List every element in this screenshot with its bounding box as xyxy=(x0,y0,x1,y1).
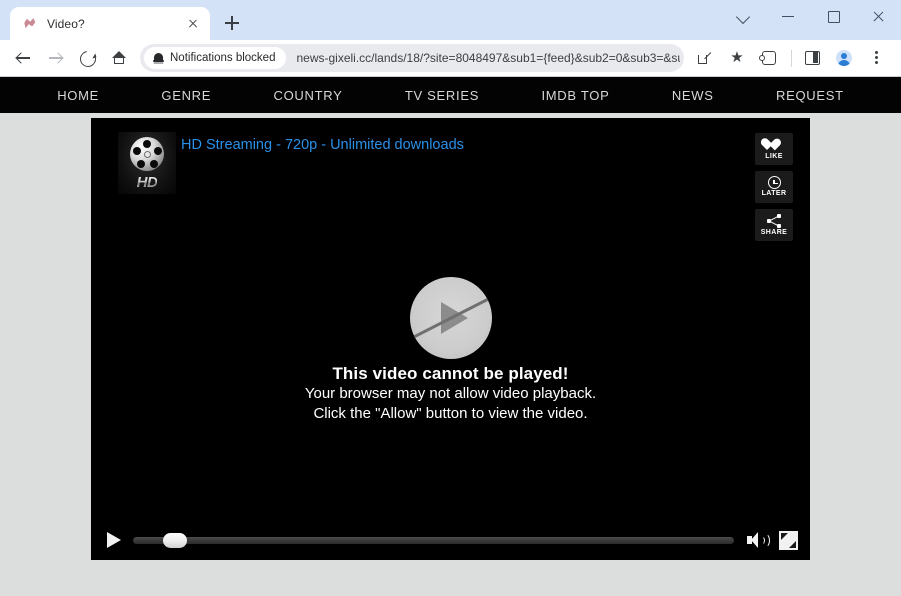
nav-item-request[interactable]: REQUEST xyxy=(776,88,844,103)
window-controls xyxy=(721,0,901,32)
back-button[interactable] xyxy=(8,43,38,73)
close-window-button[interactable] xyxy=(856,0,901,32)
heart-icon xyxy=(767,138,782,152)
error-line-2: Your browser may not allow video playbac… xyxy=(304,385,597,402)
side-panel-icon[interactable] xyxy=(797,43,827,73)
share-icon[interactable] xyxy=(690,43,720,73)
url-text: news-gixeli.cc/lands/18/?site=8048497&su… xyxy=(296,51,680,65)
nav-item-genre[interactable]: GENRE xyxy=(161,88,211,103)
play-icon[interactable] xyxy=(103,528,125,552)
nav-item-country[interactable]: COUNTRY xyxy=(274,88,343,103)
site-favicon xyxy=(22,16,38,32)
share-nodes-icon xyxy=(766,213,782,228)
progress-knob[interactable] xyxy=(163,533,188,548)
player-control-bar xyxy=(91,520,810,560)
progress-slider[interactable] xyxy=(133,530,734,550)
player-header: HD HD Streaming - 720p - Unlimited downl… xyxy=(91,118,810,238)
play-disabled-icon[interactable] xyxy=(409,277,492,359)
new-tab-button[interactable] xyxy=(218,9,246,37)
toolbar-right-actions: ★ xyxy=(690,43,893,73)
playback-error-message: This video cannot be played! Your browse… xyxy=(91,363,810,424)
tab-title: Video? xyxy=(47,16,85,31)
maximize-button[interactable] xyxy=(811,0,856,32)
reload-button[interactable] xyxy=(72,43,102,73)
nav-item-imdb-top[interactable]: IMDB TOP xyxy=(541,88,609,103)
volume-icon[interactable] xyxy=(746,530,770,550)
film-reel-icon: HD xyxy=(118,132,176,194)
notifications-blocked-label: Notifications blocked xyxy=(170,52,276,64)
extensions-puzzle-icon[interactable] xyxy=(754,43,784,73)
tab-search-icon[interactable] xyxy=(721,0,766,32)
progress-track[interactable] xyxy=(133,537,734,544)
nav-item-tv-series[interactable]: TV SERIES xyxy=(405,88,479,103)
fullscreen-icon[interactable] xyxy=(779,530,798,550)
nav-item-news[interactable]: NEWS xyxy=(672,88,714,103)
later-button[interactable]: LATER xyxy=(755,171,793,203)
notifications-blocked-chip[interactable]: Notifications blocked xyxy=(144,47,287,69)
clock-icon xyxy=(767,176,781,189)
error-line-3: Click the "Allow" button to view the vid… xyxy=(313,405,588,422)
bookmark-star-icon[interactable]: ★ xyxy=(722,43,752,73)
close-tab-icon[interactable] xyxy=(184,15,202,33)
profile-avatar[interactable] xyxy=(829,43,859,73)
home-button[interactable] xyxy=(104,43,134,73)
page-viewport: HOME GENRE COUNTRY TV SERIES IMDB TOP NE… xyxy=(0,77,901,596)
page-body: HD HD Streaming - 720p - Unlimited downl… xyxy=(0,113,901,596)
player-side-actions: LIKE LATER SHARE xyxy=(755,133,793,241)
later-label: LATER xyxy=(761,190,787,197)
browser-menu-icon[interactable] xyxy=(861,43,891,73)
toolbar-divider xyxy=(791,49,792,67)
minimize-button[interactable] xyxy=(766,0,811,32)
like-button[interactable]: LIKE xyxy=(755,133,793,165)
tab-strip: Video? xyxy=(0,0,901,40)
browser-tab[interactable]: Video? xyxy=(10,7,210,40)
bell-icon xyxy=(153,52,164,64)
address-bar[interactable]: Notifications blocked news-gixeli.cc/lan… xyxy=(140,44,684,72)
video-player[interactable]: HD HD Streaming - 720p - Unlimited downl… xyxy=(91,118,810,560)
site-navigation: HOME GENRE COUNTRY TV SERIES IMDB TOP NE… xyxy=(0,77,901,113)
browser-window: Video? Notifications blocked news-gixeli… xyxy=(0,0,901,596)
share-label: SHARE xyxy=(760,228,788,236)
share-button[interactable]: SHARE xyxy=(755,209,793,241)
forward-button[interactable] xyxy=(40,43,70,73)
like-label: LIKE xyxy=(765,152,783,160)
browser-toolbar: Notifications blocked news-gixeli.cc/lan… xyxy=(0,40,901,77)
promo-link[interactable]: HD Streaming - 720p - Unlimited download… xyxy=(181,137,464,153)
nav-item-home[interactable]: HOME xyxy=(57,88,99,103)
error-heading: This video cannot be played! xyxy=(332,364,569,383)
hd-badge: HD xyxy=(136,174,158,191)
